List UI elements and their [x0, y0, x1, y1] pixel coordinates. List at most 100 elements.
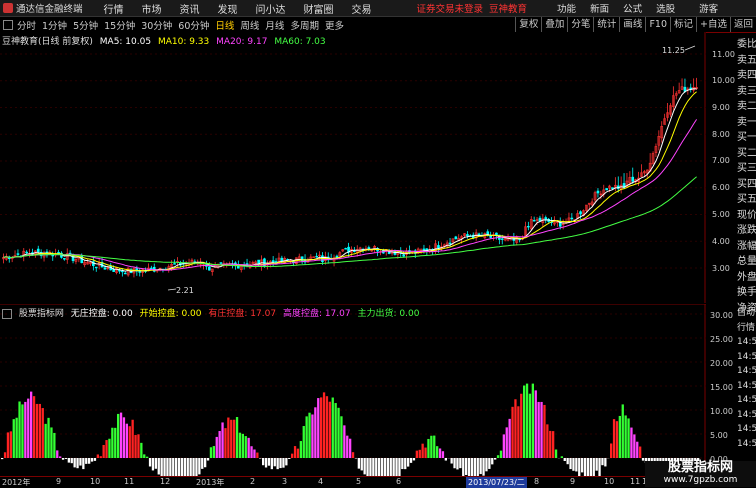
- candlestick-chart[interactable]: [0, 32, 706, 303]
- indicator-bar: [120, 413, 122, 458]
- period-tab[interactable]: 30分钟: [141, 18, 172, 32]
- tool-adjust[interactable]: 复权: [515, 17, 541, 32]
- quote-field: 买一: [737, 130, 756, 146]
- menu-stock-picker[interactable]: 选股: [656, 1, 675, 15]
- tool-add-watchlist[interactable]: +自选: [696, 17, 730, 32]
- indicator-bar: [535, 390, 537, 458]
- quote-field: 卖五: [737, 53, 756, 69]
- indicator-bar: [143, 454, 145, 458]
- indicator-tick: 5.00: [710, 431, 728, 440]
- menu-item-ask[interactable]: 问小达: [256, 1, 286, 16]
- tick-time: 14:56: [737, 393, 756, 408]
- indicator-bar: [242, 434, 244, 458]
- quote-field: 卖三: [737, 84, 756, 100]
- indicator-bar: [239, 433, 241, 458]
- indicator-bar: [123, 417, 125, 458]
- quote-field: 换手: [737, 285, 756, 301]
- period-tab[interactable]: 月线: [265, 18, 284, 32]
- watermark-url: www.7gpzb.com: [645, 475, 756, 486]
- indicator-bar: [103, 445, 105, 458]
- candle-body: [272, 261, 274, 263]
- tool-overlay[interactable]: 叠加: [541, 17, 567, 32]
- indicator-bar: [314, 407, 316, 458]
- ma20-label: MA20: 9.17: [216, 37, 267, 47]
- quote-toggle[interactable]: 行情: [737, 321, 756, 336]
- date-tick: 3: [282, 477, 287, 486]
- period-tab[interactable]: 多周期: [290, 18, 319, 32]
- ma60-label: MA60: 7.03: [274, 37, 325, 47]
- indicator-bar-negative: [91, 458, 93, 462]
- indicator-bar: [59, 456, 61, 458]
- period-tab[interactable]: 周线: [240, 18, 259, 32]
- indicator-bar: [114, 428, 116, 458]
- menu-item-wealth[interactable]: 财富圈: [304, 1, 334, 16]
- indicator-bar-negative: [642, 458, 644, 461]
- menu-item-market[interactable]: 市场: [142, 1, 162, 16]
- candle-body: [345, 248, 347, 249]
- indicator-bar: [210, 447, 212, 458]
- quote-field: 卖一: [737, 115, 756, 131]
- tool-ticks[interactable]: 分笔: [567, 17, 593, 32]
- indicator-bar-negative: [413, 458, 415, 460]
- menu-item-quotes[interactable]: 行情: [104, 1, 124, 16]
- tool-back[interactable]: 返回: [730, 17, 756, 32]
- indicator-bar: [526, 384, 528, 458]
- quote-side-panel: 委比 卖五 卖四 卖三 卖二 卖一 买一 买二 买三 买四 买五 现价 涨跌 涨…: [737, 37, 756, 307]
- indicator-bar: [306, 416, 308, 458]
- date-tick: 11: [124, 477, 134, 486]
- indicator-bar: [433, 436, 435, 458]
- watermark-title: 股票指标网: [645, 461, 756, 475]
- period-tab[interactable]: 分时: [17, 18, 36, 32]
- indicator-bar: [543, 405, 545, 458]
- tool-draw[interactable]: 画线: [619, 17, 645, 32]
- menu-guest[interactable]: 游客: [699, 1, 718, 15]
- indicator-bar-negative: [569, 458, 571, 469]
- indicator-bar-negative: [604, 458, 606, 466]
- indicator-bar-negative: [474, 458, 476, 476]
- cursor-date: 2013/07/23/二: [466, 477, 527, 488]
- indicator-bar: [7, 432, 9, 458]
- indicator-bar-negative: [378, 458, 380, 476]
- menu-formula[interactable]: 公式: [623, 1, 642, 15]
- indicator-bar-negative: [480, 458, 482, 474]
- stock-title: 豆神教育(日线 前复权): [2, 37, 93, 47]
- auto-toggle[interactable]: 自动: [737, 306, 756, 321]
- indicator-bar: [337, 408, 339, 458]
- indicator-bar-negative: [169, 458, 171, 476]
- menu-item-trade[interactable]: 交易: [352, 1, 372, 16]
- indicator-bar: [529, 394, 531, 458]
- price-tick: 10.00: [712, 76, 735, 85]
- tool-stats[interactable]: 统计: [593, 17, 619, 32]
- indicator-bar: [221, 422, 223, 458]
- tool-f10[interactable]: F10: [645, 17, 670, 32]
- period-tab-more[interactable]: 更多: [325, 18, 344, 32]
- indicator-bar: [546, 424, 548, 458]
- indicator-bar-negative: [453, 458, 455, 468]
- indicator-bar-negative: [282, 458, 284, 468]
- layout-square-icon[interactable]: [3, 20, 13, 30]
- indicator-bar-negative: [593, 458, 595, 476]
- menu-new-panel[interactable]: 新面: [590, 1, 609, 15]
- tool-mark[interactable]: 标记: [670, 17, 696, 32]
- indicator-bar-negative: [204, 458, 206, 467]
- indicator-chart[interactable]: [0, 304, 706, 476]
- period-tab[interactable]: 5分钟: [73, 18, 98, 32]
- indicator-bar-negative: [79, 458, 81, 466]
- period-tab[interactable]: 60分钟: [178, 18, 209, 32]
- indicator-bar-negative: [161, 458, 163, 476]
- menu-item-news[interactable]: 资讯: [180, 1, 200, 16]
- indicator-square-icon[interactable]: [2, 309, 12, 319]
- indicator-bar: [311, 414, 313, 458]
- indicator-bar: [427, 439, 429, 458]
- period-tab[interactable]: 1分钟: [42, 18, 67, 32]
- period-tab[interactable]: 15分钟: [104, 18, 135, 32]
- menu-item-discover[interactable]: 发现: [218, 1, 238, 16]
- period-tab-active[interactable]: 日线: [215, 18, 234, 32]
- high-price-label: 11.25: [662, 46, 685, 55]
- tick-time: 14:56: [737, 350, 756, 365]
- indicator-bar-negative: [65, 458, 67, 459]
- login-alert[interactable]: 证券交易未登录: [417, 1, 484, 15]
- watermark: 股票指标网 www.7gpzb.com: [645, 461, 756, 487]
- menu-function[interactable]: 功能: [557, 1, 576, 15]
- indicator-bar-negative: [598, 458, 600, 476]
